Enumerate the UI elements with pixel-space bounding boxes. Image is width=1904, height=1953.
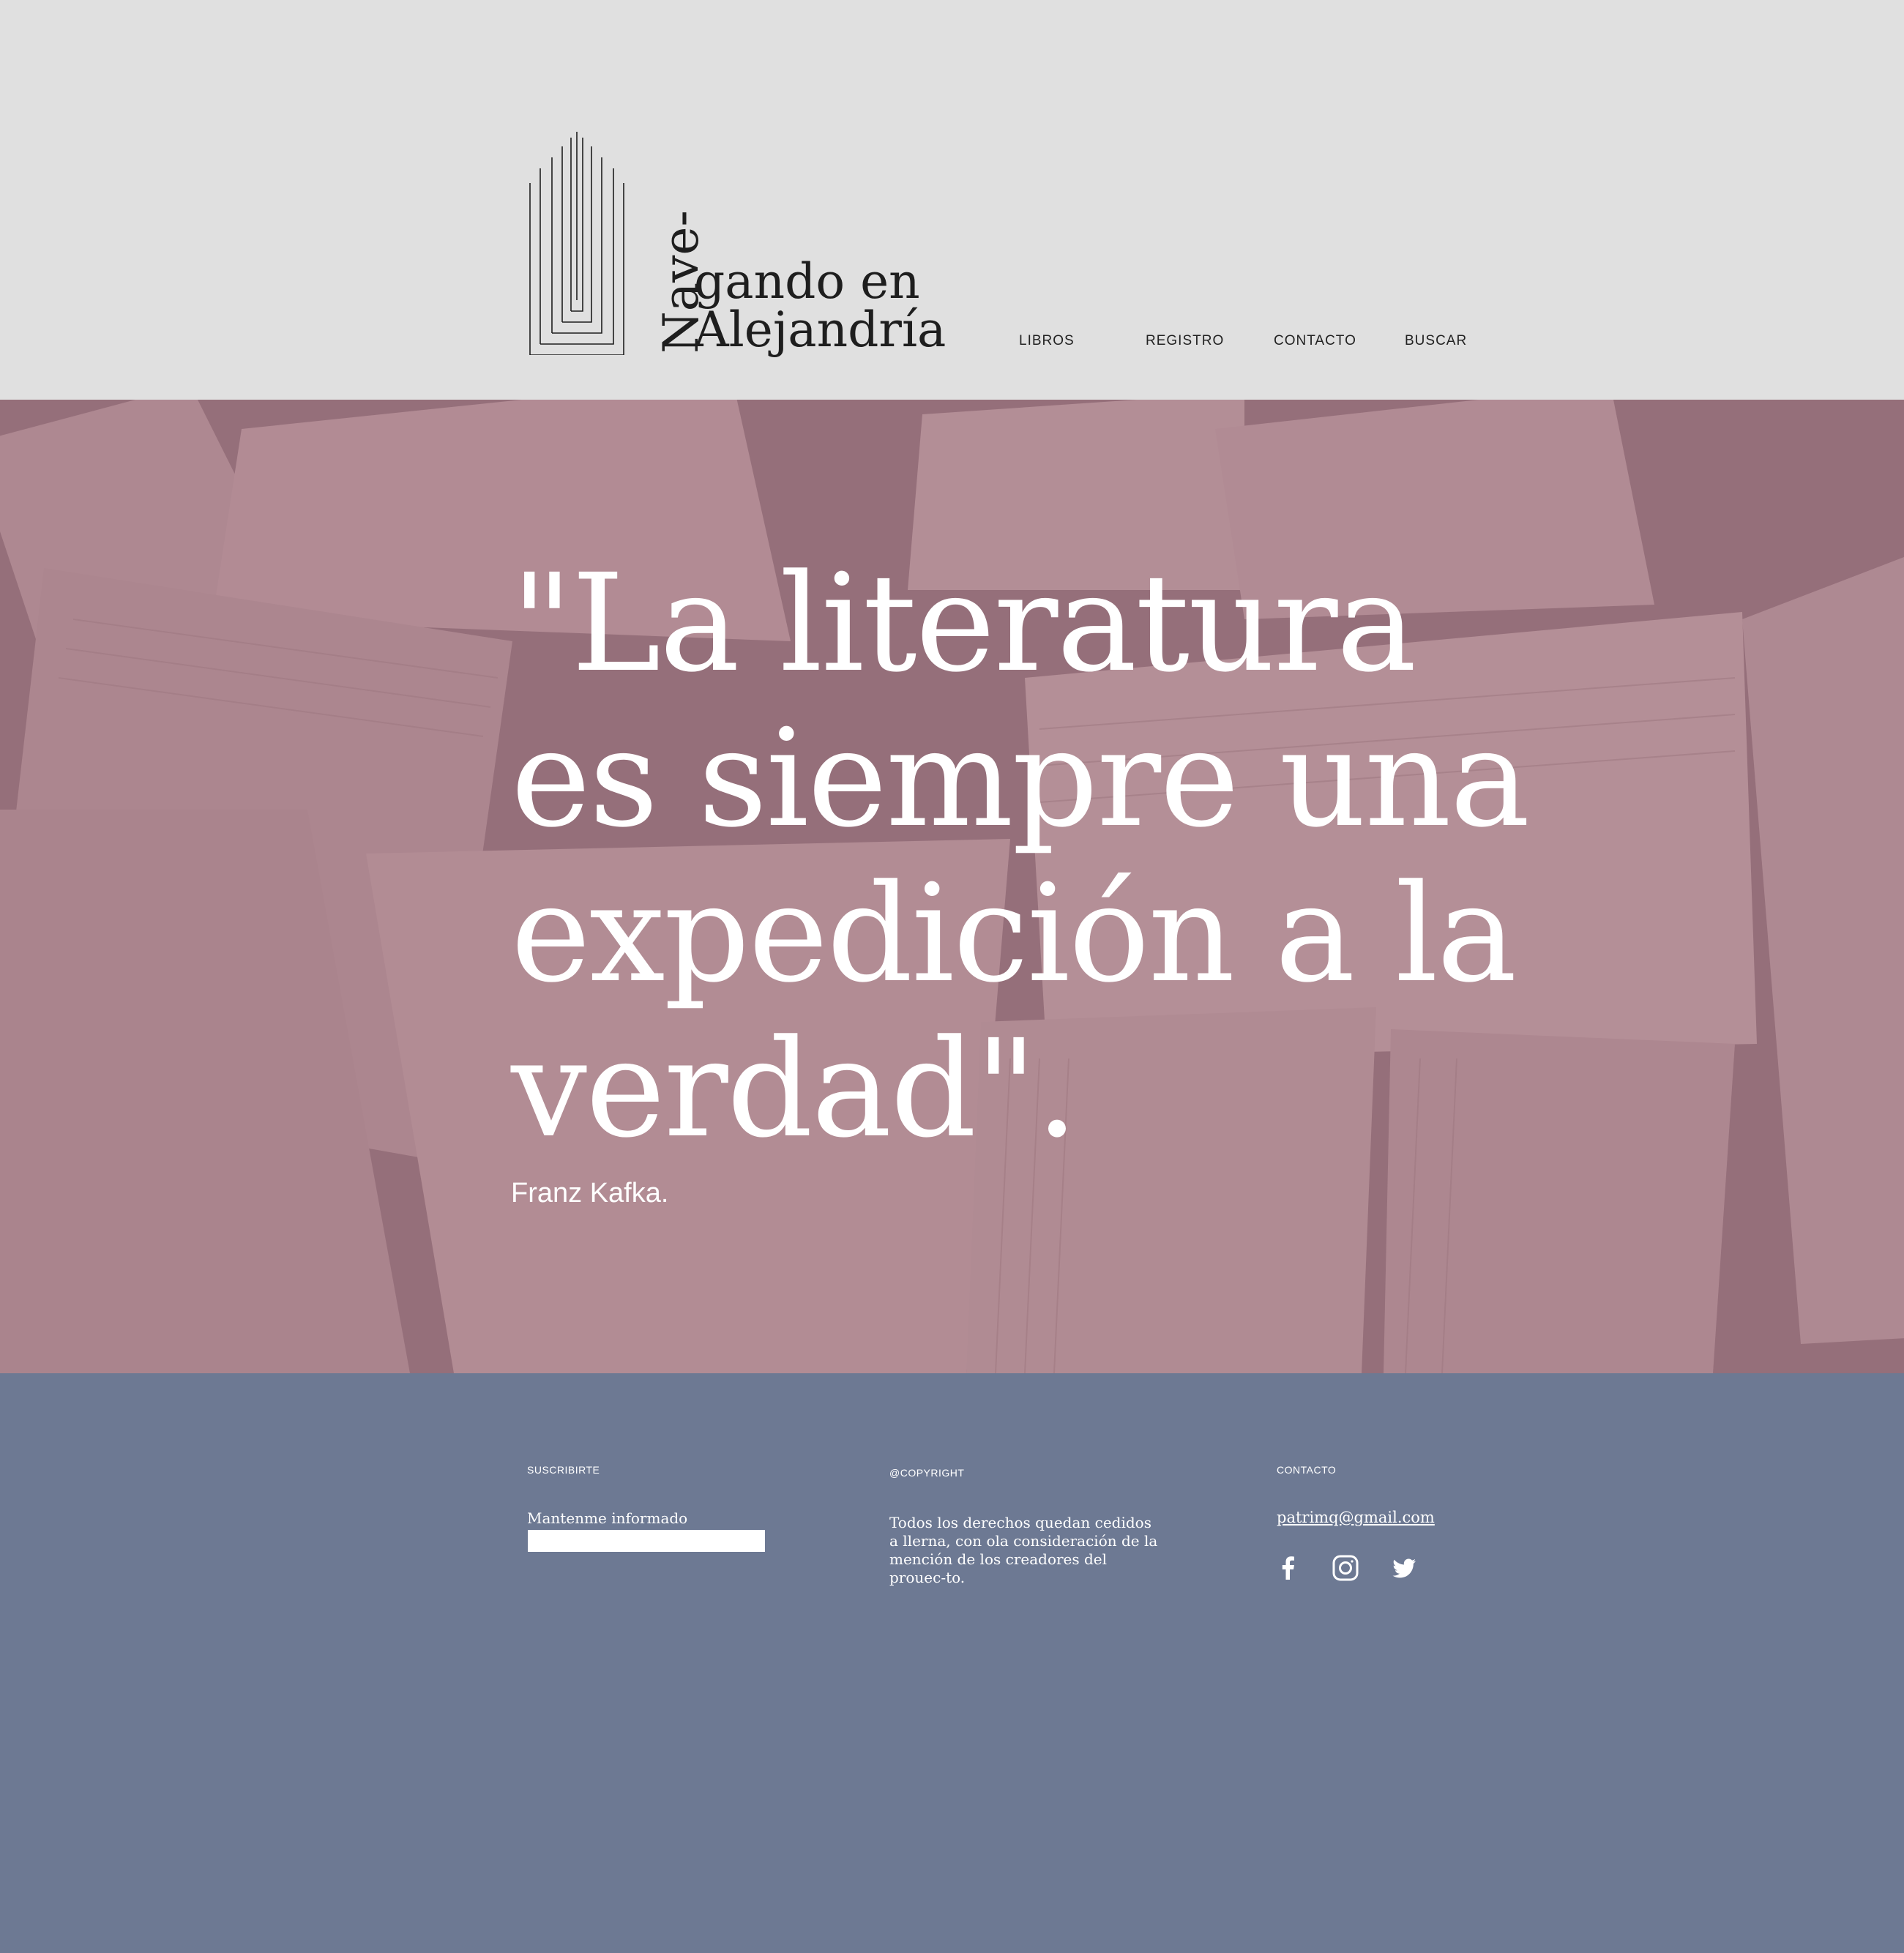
subscribe-input[interactable] xyxy=(528,1530,765,1552)
nav-registro[interactable]: REGISTRO xyxy=(1146,333,1224,349)
logo-mark-icon xyxy=(529,132,624,355)
nav-buscar[interactable]: BUSCAR xyxy=(1405,333,1467,349)
hero-quote: "La literatura es siempre una expedición… xyxy=(511,545,1530,1168)
site-footer: SUSCRIBIRTE Mantenme informado @COPYRIGH… xyxy=(0,1373,1904,1953)
facebook-icon[interactable] xyxy=(1274,1553,1303,1583)
hero-banner: "La literatura es siempre una expedición… xyxy=(0,400,1904,1373)
hero-quote-author: Franz Kafka. xyxy=(511,1178,669,1209)
logo-text-line2: Alejandría xyxy=(694,302,947,358)
instagram-icon[interactable] xyxy=(1331,1553,1360,1583)
contact-heading: CONTACTO xyxy=(1277,1464,1337,1476)
nav-libros[interactable]: LIBROS xyxy=(1019,333,1075,349)
site-header: Nave- gando en Alejandría LIBROS REGISTR… xyxy=(0,0,1904,400)
subscribe-label: Mantenme informado xyxy=(527,1509,688,1527)
copyright-heading: @COPYRIGHT xyxy=(889,1467,965,1479)
copyright-text: Todos los derechos quedan cedidos a ller… xyxy=(889,1514,1158,1586)
nav-contacto[interactable]: CONTACTO xyxy=(1274,333,1356,349)
subscribe-heading: SUSCRIBIRTE xyxy=(527,1464,600,1476)
logo-text-line1: gando en xyxy=(694,253,920,310)
twitter-icon[interactable] xyxy=(1389,1553,1419,1583)
contact-email-link[interactable]: patrimq@gmail.com xyxy=(1277,1509,1435,1526)
